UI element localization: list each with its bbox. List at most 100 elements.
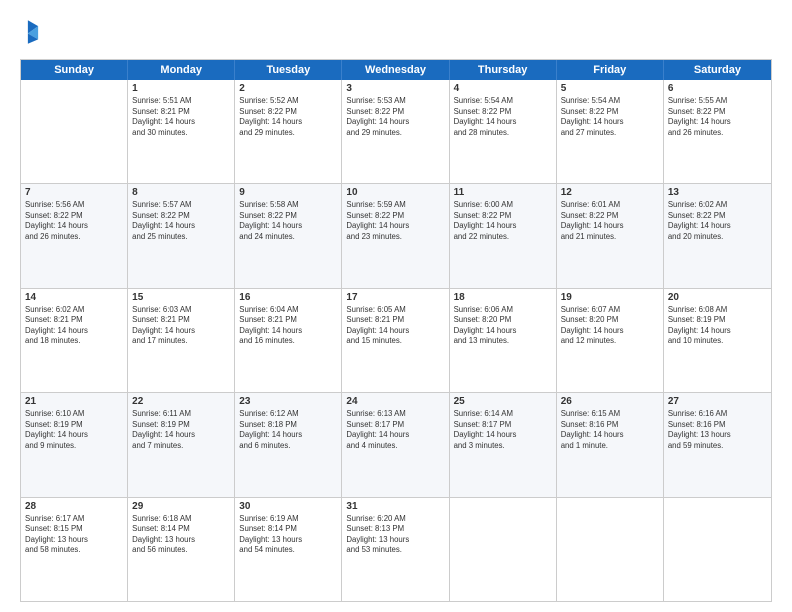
day-info: Sunrise: 6:13 AM Sunset: 8:17 PM Dayligh… bbox=[346, 409, 444, 451]
calendar-cell-r2c6: 20 Sunrise: 6:08 AM Sunset: 8:19 PM Dayli… bbox=[664, 289, 771, 392]
calendar-cell-r3c4: 25 Sunrise: 6:14 AM Sunset: 8:17 PM Dayli… bbox=[450, 393, 557, 496]
day-number: 26 bbox=[561, 396, 659, 407]
day-info: Sunrise: 6:08 AM Sunset: 8:19 PM Dayligh… bbox=[668, 305, 767, 347]
page: SundayMondayTuesdayWednesdayThursdayFrid… bbox=[0, 0, 792, 612]
calendar-cell-r4c1: 29 Sunrise: 6:18 AM Sunset: 8:14 PM Dayli… bbox=[128, 498, 235, 601]
day-number: 11 bbox=[454, 187, 552, 198]
calendar-cell-r0c4: 4Sunrise: 5:54 AM Sunset: 8:22 PM Daylig… bbox=[450, 80, 557, 183]
calendar-row-1: 7Sunrise: 5:56 AM Sunset: 8:22 PM Daylig… bbox=[21, 183, 771, 287]
calendar-cell-r2c4: 18 Sunrise: 6:06 AM Sunset: 8:20 PM Dayli… bbox=[450, 289, 557, 392]
header-day-thursday: Thursday bbox=[450, 60, 557, 80]
day-info: Sunrise: 6:02 AM Sunset: 8:21 PM Dayligh… bbox=[25, 305, 123, 347]
day-number: 15 bbox=[132, 292, 230, 303]
day-number: 27 bbox=[668, 396, 767, 407]
day-info: Sunrise: 6:14 AM Sunset: 8:17 PM Dayligh… bbox=[454, 409, 552, 451]
calendar-cell-r1c5: 12 Sunrise: 6:01 AM Sunset: 8:22 PM Dayli… bbox=[557, 184, 664, 287]
day-number: 6 bbox=[668, 83, 767, 94]
day-number: 5 bbox=[561, 83, 659, 94]
header-day-saturday: Saturday bbox=[664, 60, 771, 80]
day-info: Sunrise: 5:57 AM Sunset: 8:22 PM Dayligh… bbox=[132, 200, 230, 242]
calendar-cell-r4c3: 31 Sunrise: 6:20 AM Sunset: 8:13 PM Dayli… bbox=[342, 498, 449, 601]
calendar-cell-r3c3: 24Sunrise: 6:13 AM Sunset: 8:17 PM Dayli… bbox=[342, 393, 449, 496]
day-number: 18 bbox=[454, 292, 552, 303]
header-day-friday: Friday bbox=[557, 60, 664, 80]
calendar-cell-r1c6: 13 Sunrise: 6:02 AM Sunset: 8:22 PM Dayli… bbox=[664, 184, 771, 287]
day-number: 22 bbox=[132, 396, 230, 407]
calendar-cell-r3c0: 21Sunrise: 6:10 AM Sunset: 8:19 PM Dayli… bbox=[21, 393, 128, 496]
day-number: 20 bbox=[668, 292, 767, 303]
day-number: 12 bbox=[561, 187, 659, 198]
day-info: Sunrise: 5:54 AM Sunset: 8:22 PM Dayligh… bbox=[561, 96, 659, 138]
day-info: Sunrise: 6:17 AM Sunset: 8:15 PM Dayligh… bbox=[25, 514, 123, 556]
day-info: Sunrise: 6:19 AM Sunset: 8:14 PM Dayligh… bbox=[239, 514, 337, 556]
header-day-monday: Monday bbox=[128, 60, 235, 80]
day-info: Sunrise: 6:02 AM Sunset: 8:22 PM Dayligh… bbox=[668, 200, 767, 242]
day-number: 25 bbox=[454, 396, 552, 407]
calendar-cell-r3c2: 23Sunrise: 6:12 AM Sunset: 8:18 PM Dayli… bbox=[235, 393, 342, 496]
calendar-row-0: 1 Sunrise: 5:51 AM Sunset: 8:21 PM Daylig… bbox=[21, 80, 771, 183]
header-day-wednesday: Wednesday bbox=[342, 60, 449, 80]
day-number: 8 bbox=[132, 187, 230, 198]
day-number: 17 bbox=[346, 292, 444, 303]
day-number: 1 bbox=[132, 83, 230, 94]
day-info: Sunrise: 6:07 AM Sunset: 8:20 PM Dayligh… bbox=[561, 305, 659, 347]
header bbox=[20, 18, 772, 51]
day-info: Sunrise: 6:00 AM Sunset: 8:22 PM Dayligh… bbox=[454, 200, 552, 242]
day-info: Sunrise: 5:58 AM Sunset: 8:22 PM Dayligh… bbox=[239, 200, 337, 242]
calendar-row-2: 14 Sunrise: 6:02 AM Sunset: 8:21 PM Dayli… bbox=[21, 288, 771, 392]
day-number: 14 bbox=[25, 292, 123, 303]
day-number: 30 bbox=[239, 501, 337, 512]
calendar-cell-r2c2: 16 Sunrise: 6:04 AM Sunset: 8:21 PM Dayli… bbox=[235, 289, 342, 392]
day-info: Sunrise: 6:01 AM Sunset: 8:22 PM Dayligh… bbox=[561, 200, 659, 242]
calendar-cell-r2c5: 19 Sunrise: 6:07 AM Sunset: 8:20 PM Dayli… bbox=[557, 289, 664, 392]
day-number: 2 bbox=[239, 83, 337, 94]
calendar-row-4: 28Sunrise: 6:17 AM Sunset: 8:15 PM Dayli… bbox=[21, 497, 771, 601]
day-number: 10 bbox=[346, 187, 444, 198]
header-day-sunday: Sunday bbox=[21, 60, 128, 80]
day-info: Sunrise: 6:20 AM Sunset: 8:13 PM Dayligh… bbox=[346, 514, 444, 556]
calendar-cell-r4c5 bbox=[557, 498, 664, 601]
calendar-cell-r1c1: 8 Sunrise: 5:57 AM Sunset: 8:22 PM Daylig… bbox=[128, 184, 235, 287]
day-number: 21 bbox=[25, 396, 123, 407]
day-info: Sunrise: 5:55 AM Sunset: 8:22 PM Dayligh… bbox=[668, 96, 767, 138]
day-number: 13 bbox=[668, 187, 767, 198]
day-info: Sunrise: 6:11 AM Sunset: 8:19 PM Dayligh… bbox=[132, 409, 230, 451]
calendar-cell-r3c5: 26 Sunrise: 6:15 AM Sunset: 8:16 PM Dayli… bbox=[557, 393, 664, 496]
calendar-cell-r4c6 bbox=[664, 498, 771, 601]
day-info: Sunrise: 6:06 AM Sunset: 8:20 PM Dayligh… bbox=[454, 305, 552, 347]
day-info: Sunrise: 5:51 AM Sunset: 8:21 PM Dayligh… bbox=[132, 96, 230, 138]
calendar-cell-r2c3: 17 Sunrise: 6:05 AM Sunset: 8:21 PM Dayli… bbox=[342, 289, 449, 392]
calendar-cell-r0c1: 1 Sunrise: 5:51 AM Sunset: 8:21 PM Daylig… bbox=[128, 80, 235, 183]
calendar-cell-r4c4 bbox=[450, 498, 557, 601]
day-number: 23 bbox=[239, 396, 337, 407]
header-day-tuesday: Tuesday bbox=[235, 60, 342, 80]
day-info: Sunrise: 6:03 AM Sunset: 8:21 PM Dayligh… bbox=[132, 305, 230, 347]
calendar-cell-r1c0: 7Sunrise: 5:56 AM Sunset: 8:22 PM Daylig… bbox=[21, 184, 128, 287]
logo bbox=[20, 18, 46, 51]
calendar-cell-r1c3: 10 Sunrise: 5:59 AM Sunset: 8:22 PM Dayli… bbox=[342, 184, 449, 287]
day-info: Sunrise: 5:54 AM Sunset: 8:22 PM Dayligh… bbox=[454, 96, 552, 138]
day-number: 31 bbox=[346, 501, 444, 512]
day-info: Sunrise: 6:18 AM Sunset: 8:14 PM Dayligh… bbox=[132, 514, 230, 556]
calendar-cell-r0c2: 2 Sunrise: 5:52 AM Sunset: 8:22 PM Daylig… bbox=[235, 80, 342, 183]
day-info: Sunrise: 6:05 AM Sunset: 8:21 PM Dayligh… bbox=[346, 305, 444, 347]
calendar-cell-r0c0 bbox=[21, 80, 128, 183]
calendar-cell-r2c0: 14 Sunrise: 6:02 AM Sunset: 8:21 PM Dayli… bbox=[21, 289, 128, 392]
day-info: Sunrise: 5:59 AM Sunset: 8:22 PM Dayligh… bbox=[346, 200, 444, 242]
calendar-cell-r1c2: 9Sunrise: 5:58 AM Sunset: 8:22 PM Daylig… bbox=[235, 184, 342, 287]
calendar-body: 1 Sunrise: 5:51 AM Sunset: 8:21 PM Daylig… bbox=[21, 80, 771, 601]
calendar-row-3: 21Sunrise: 6:10 AM Sunset: 8:19 PM Dayli… bbox=[21, 392, 771, 496]
day-number: 29 bbox=[132, 501, 230, 512]
day-info: Sunrise: 6:04 AM Sunset: 8:21 PM Dayligh… bbox=[239, 305, 337, 347]
day-info: Sunrise: 5:53 AM Sunset: 8:22 PM Dayligh… bbox=[346, 96, 444, 138]
day-number: 16 bbox=[239, 292, 337, 303]
calendar-cell-r0c6: 6 Sunrise: 5:55 AM Sunset: 8:22 PM Daylig… bbox=[664, 80, 771, 183]
calendar-cell-r1c4: 11 Sunrise: 6:00 AM Sunset: 8:22 PM Dayli… bbox=[450, 184, 557, 287]
calendar-cell-r4c2: 30 Sunrise: 6:19 AM Sunset: 8:14 PM Dayli… bbox=[235, 498, 342, 601]
day-info: Sunrise: 6:15 AM Sunset: 8:16 PM Dayligh… bbox=[561, 409, 659, 451]
calendar-cell-r0c5: 5 Sunrise: 5:54 AM Sunset: 8:22 PM Daylig… bbox=[557, 80, 664, 183]
day-number: 7 bbox=[25, 187, 123, 198]
day-number: 19 bbox=[561, 292, 659, 303]
calendar: SundayMondayTuesdayWednesdayThursdayFrid… bbox=[20, 59, 772, 602]
day-info: Sunrise: 5:52 AM Sunset: 8:22 PM Dayligh… bbox=[239, 96, 337, 138]
